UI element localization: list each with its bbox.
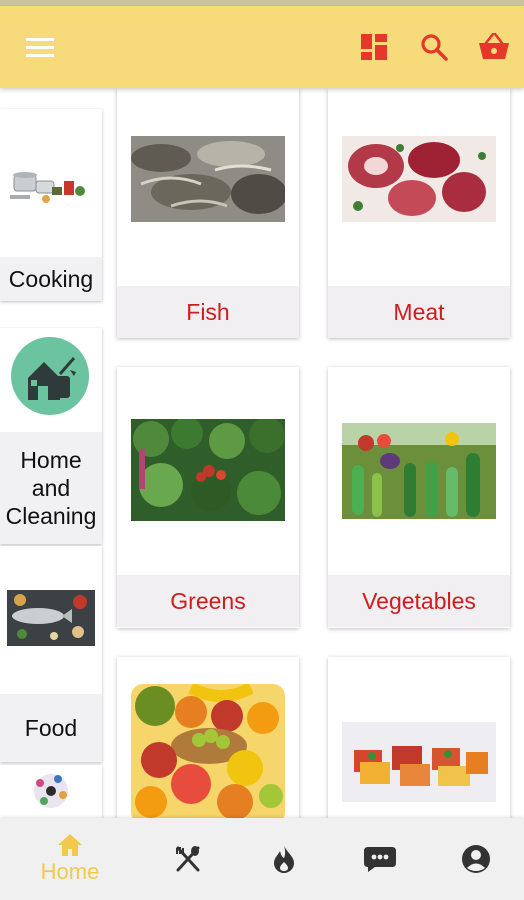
food-image	[0, 546, 102, 694]
packaged-food-image	[342, 722, 496, 802]
chat-icon	[364, 847, 396, 872]
sidebar-item-beauty[interactable]	[0, 765, 102, 818]
dashboard-button[interactable]	[356, 29, 392, 65]
meat-image	[342, 136, 496, 222]
sidebar-item-label: Cooking	[8, 266, 94, 292]
category-card-greens[interactable]: Greens	[117, 367, 299, 628]
sidebar-item-home-cleaning[interactable]: Home and Cleaning	[0, 328, 102, 544]
beauty-image	[0, 765, 102, 818]
dashboard-icon	[361, 34, 387, 60]
category-label: Greens	[170, 587, 246, 614]
category-card-fish[interactable]: Fish	[117, 88, 299, 338]
cart-button[interactable]	[476, 29, 512, 65]
nav-home-label: Home	[40, 859, 100, 884]
sidebar-item-cooking[interactable]: Cooking	[0, 109, 102, 301]
nav-home[interactable]: Home	[20, 818, 120, 900]
bottom-navigation: Home	[0, 818, 524, 900]
sidebar-item-food[interactable]: Food	[0, 546, 102, 762]
fish-image	[131, 136, 285, 222]
basket-icon	[479, 33, 509, 59]
greens-image	[131, 419, 285, 521]
nav-restaurant[interactable]	[150, 818, 226, 900]
nav-trending[interactable]	[246, 818, 322, 900]
menu-button[interactable]	[22, 29, 58, 65]
category-card-fruits[interactable]	[117, 657, 299, 818]
cooking-image	[0, 109, 102, 259]
search-icon	[421, 34, 448, 61]
category-card-packaged-food[interactable]	[328, 657, 510, 818]
sidebar-item-label: Food	[24, 715, 78, 741]
category-card-meat[interactable]: Meat	[328, 88, 510, 338]
category-label: Meat	[393, 298, 445, 325]
sidebar-item-label: Home and Cleaning	[5, 447, 97, 529]
menu-icon	[26, 38, 54, 57]
content-area: Cooking Home and Cleaning Food Fish Meat…	[0, 88, 524, 818]
fruits-image	[131, 684, 285, 818]
category-label: Fish	[186, 298, 230, 325]
restaurant-icon	[176, 846, 200, 872]
nav-account[interactable]	[438, 818, 514, 900]
home-cleaning-image	[0, 328, 102, 430]
category-label: Vegetables	[362, 587, 476, 614]
nav-messages[interactable]	[342, 818, 418, 900]
category-card-vegetables[interactable]: Vegetables	[328, 367, 510, 628]
app-bar	[0, 6, 524, 88]
flame-icon	[274, 845, 294, 873]
search-button[interactable]	[416, 29, 452, 65]
home-icon	[58, 834, 82, 856]
vegetables-image	[342, 423, 496, 519]
account-icon	[462, 845, 490, 873]
